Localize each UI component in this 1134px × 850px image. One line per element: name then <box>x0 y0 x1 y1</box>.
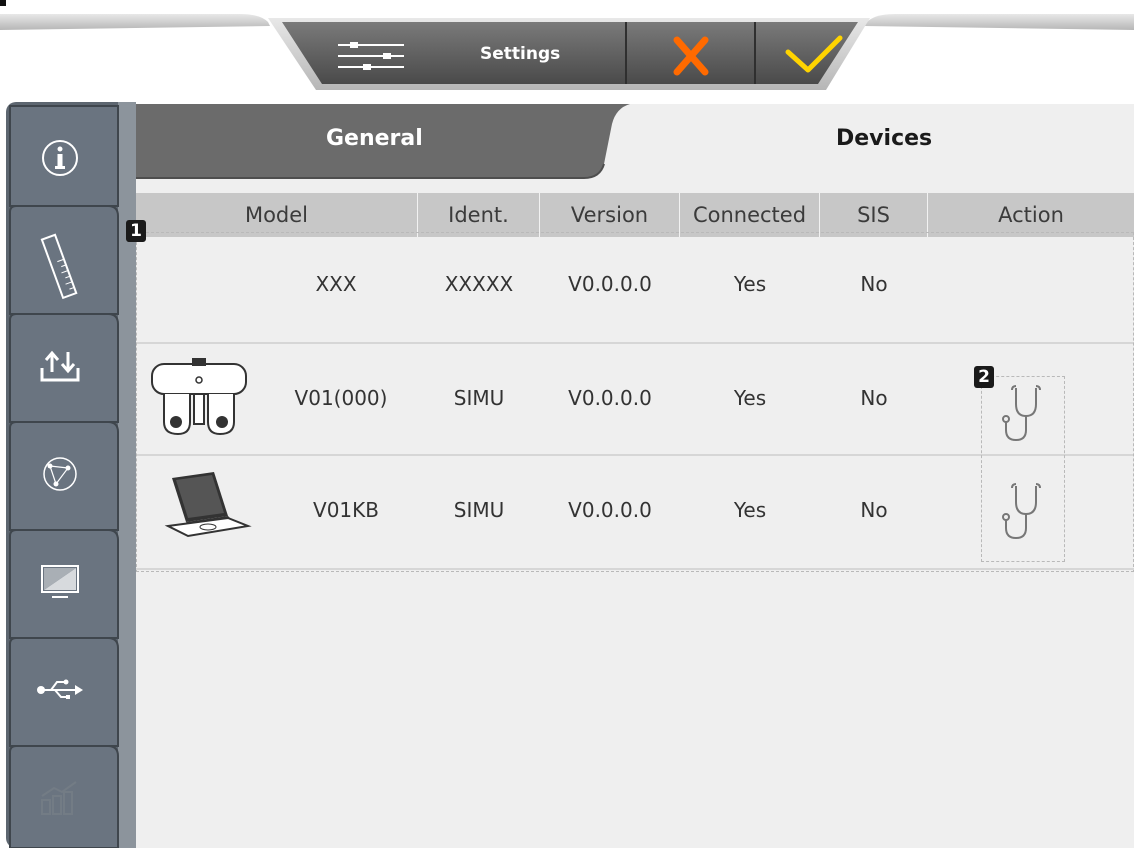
cancel-button[interactable] <box>626 22 755 86</box>
tab-strip <box>136 104 1134 186</box>
annotation-badge-2: 2 <box>974 366 994 388</box>
table-bottom-divider <box>136 568 1134 570</box>
rail-tab-display[interactable] <box>10 530 110 634</box>
tab-general[interactable]: General <box>326 126 423 151</box>
settings-button[interactable] <box>300 22 626 86</box>
top-toolbar: Settings <box>0 0 1134 104</box>
rail-tab-usb[interactable] <box>10 638 110 742</box>
rail-tab-statistics[interactable] <box>10 746 110 850</box>
ruler-icon <box>10 214 110 318</box>
settings-label: Settings <box>480 44 561 64</box>
tab-devices[interactable]: Devices <box>836 126 932 151</box>
annotation-region-action <box>981 376 1065 562</box>
usb-icon <box>10 638 110 742</box>
info-icon <box>10 106 110 210</box>
rail-tab-network[interactable] <box>10 422 110 526</box>
rail-tab-info[interactable] <box>10 106 110 210</box>
upload-download-icon <box>10 314 110 418</box>
content-area: General Devices Model Ident. Version Con… <box>136 104 1134 848</box>
confirm-button[interactable] <box>755 22 855 86</box>
monitor-icon <box>10 530 110 634</box>
statistics-chart-icon <box>10 746 110 850</box>
network-globe-icon <box>10 422 110 526</box>
rail-tab-transfer[interactable] <box>10 314 110 418</box>
rail-tab-measure[interactable] <box>10 214 110 318</box>
left-rail <box>0 102 136 848</box>
annotation-badge-1: 1 <box>126 220 146 242</box>
